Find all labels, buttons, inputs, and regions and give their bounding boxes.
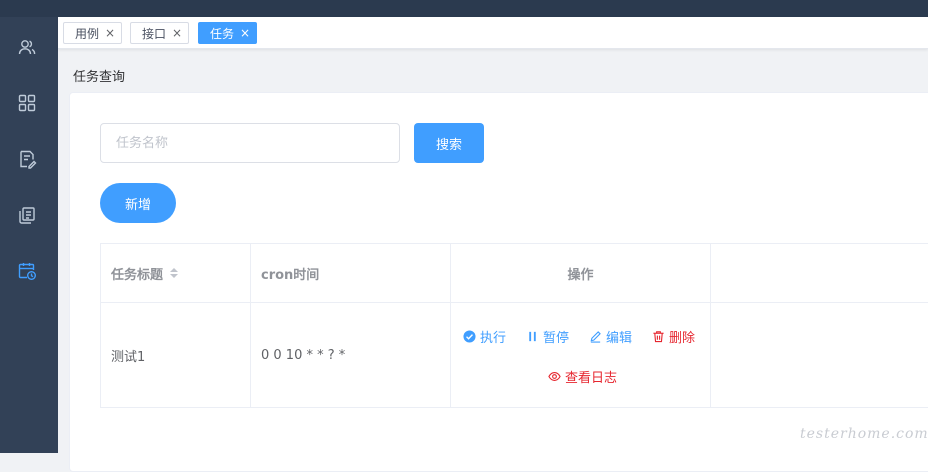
column-header-label: 操作 [567, 267, 594, 283]
calendar-clock-icon [18, 263, 36, 280]
document-edit-icon [20, 150, 37, 169]
column-header-label: cron时间 [261, 267, 320, 283]
sort-icon[interactable] [169, 267, 179, 279]
table-row-empty-cell [711, 303, 928, 408]
search-button[interactable]: 搜索 [414, 123, 484, 163]
sidebar-item-dashboard[interactable] [17, 93, 37, 113]
close-icon[interactable]: × [105, 27, 115, 39]
add-task-button[interactable]: 新增 [100, 183, 176, 223]
delete-button[interactable]: 删除 [652, 327, 695, 346]
edit-button[interactable]: 编辑 [589, 327, 632, 346]
view-log-label: 查看日志 [565, 371, 618, 386]
page-title: 任务查询 [73, 70, 126, 85]
tab-label: 任务 [210, 26, 235, 41]
tab-cases[interactable]: 用例 × [63, 22, 123, 44]
tab-tasks[interactable]: 任务 × [198, 22, 258, 44]
execute-button[interactable]: 执行 [463, 327, 506, 346]
task-title: 测试1 [111, 350, 146, 365]
column-header-cron: cron时间 [251, 244, 451, 303]
eye-icon [548, 372, 561, 381]
view-log-button[interactable]: 查看日志 [548, 367, 617, 386]
column-header-actions: 操作 [451, 244, 711, 303]
close-icon[interactable]: × [240, 27, 250, 39]
execute-label: 执行 [480, 331, 507, 346]
sidebar [0, 17, 58, 453]
trash-icon [653, 331, 664, 343]
tab-label: 接口 [142, 26, 167, 41]
pause-label: 暂停 [543, 331, 570, 346]
task-cron: 0 0 10 * * ? * [261, 348, 346, 363]
pause-button[interactable]: 暂停 [526, 327, 569, 346]
table-row-cron-cell: 0 0 10 * * ? * [251, 303, 451, 408]
report-icon [19, 207, 35, 224]
edit-label: 编辑 [606, 331, 633, 346]
sidebar-item-cases[interactable] [17, 149, 37, 169]
users-icon [18, 40, 36, 55]
pause-icon [529, 331, 536, 342]
search-input[interactable] [100, 123, 400, 163]
column-header-empty [711, 244, 928, 303]
check-circle-icon [463, 330, 476, 343]
grid-icon [18, 94, 36, 112]
tab-interfaces[interactable]: 接口 × [130, 22, 190, 44]
row-actions: 执行 暂停 编辑 删除 查看日志 [450, 302, 710, 407]
top-header-bar [0, 0, 928, 17]
sidebar-item-reports[interactable] [17, 205, 37, 225]
column-header-label: 任务标题 [111, 267, 164, 283]
tab-label: 用例 [75, 26, 100, 41]
sidebar-item-users[interactable] [17, 37, 37, 57]
table-row-title-cell: 测试1 [101, 303, 251, 408]
delete-label: 删除 [669, 331, 696, 346]
column-header-title[interactable]: 任务标题 [101, 244, 251, 303]
close-icon[interactable]: × [172, 27, 182, 39]
tabs-bar: 用例 × 接口 × 任务 × [58, 17, 928, 49]
sidebar-item-tasks[interactable] [17, 261, 37, 281]
edit-icon [590, 331, 601, 343]
watermark: testerhome.com [800, 426, 928, 442]
